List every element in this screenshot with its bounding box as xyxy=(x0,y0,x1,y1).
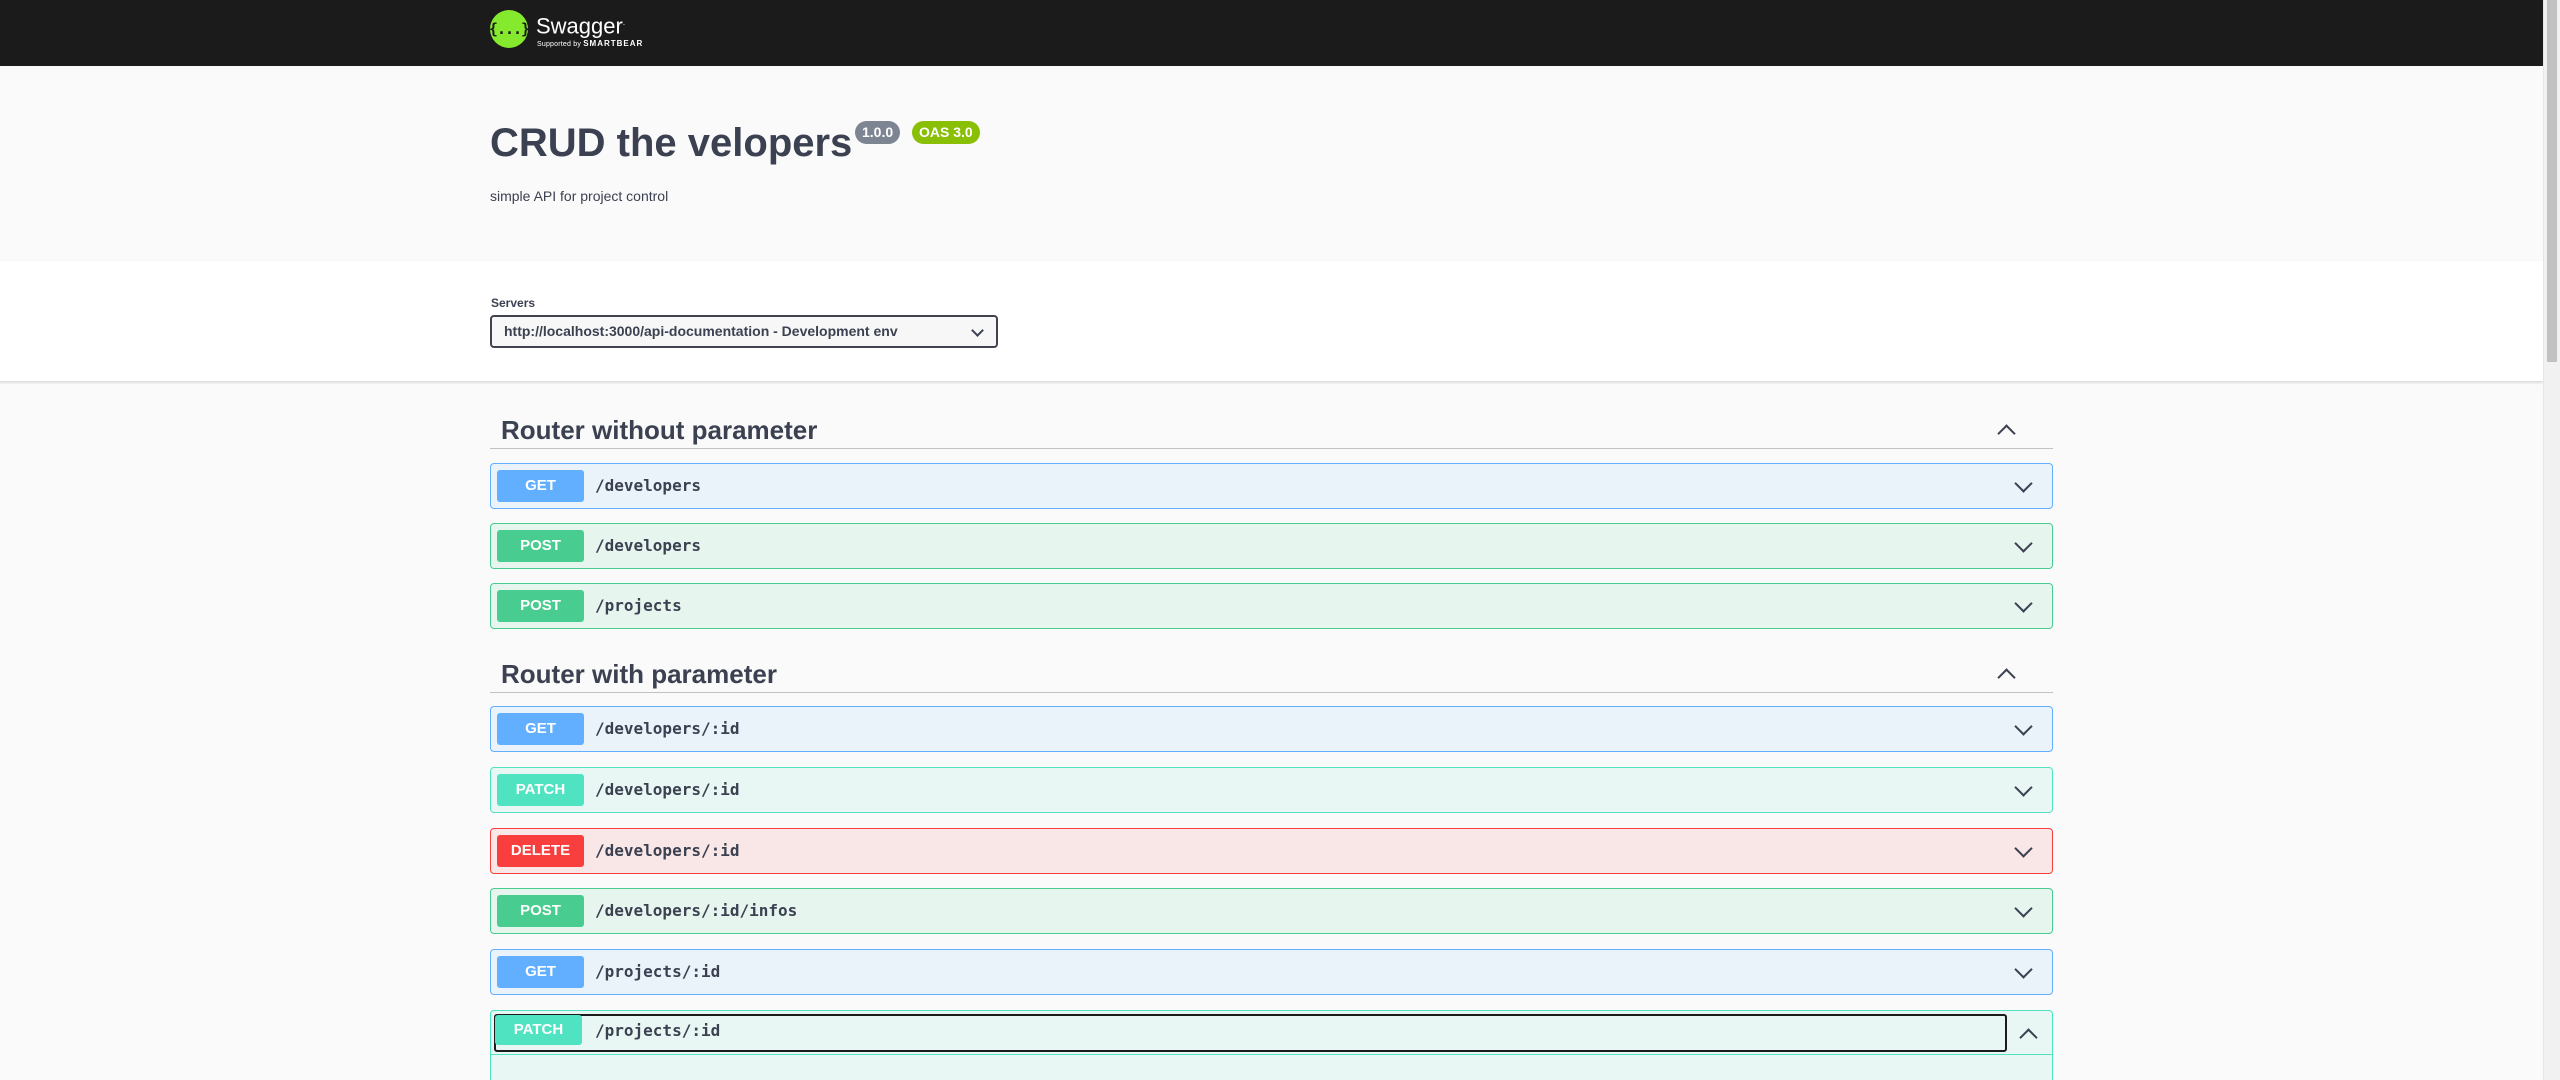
chevron-down-icon[interactable] xyxy=(2014,899,2033,918)
swagger-logo-icon: {...} xyxy=(489,10,530,48)
chevron-up-icon[interactable] xyxy=(2019,1028,2038,1047)
method-badge: PATCH xyxy=(495,1015,582,1045)
operation-path: /developers/:id xyxy=(595,719,740,738)
version-badge: 1.0.0 xyxy=(855,121,901,144)
operation-path: /developers/:id/infos xyxy=(595,901,798,920)
tag-header-router-with-parameter[interactable]: Router with parameter xyxy=(490,651,2053,693)
logo-sub-brand: SMARTBEAR xyxy=(583,39,644,49)
topbar: {...} Swagger. Supported by SMARTBEAR xyxy=(0,0,2543,66)
method-badge: GET xyxy=(497,713,584,745)
servers-section: Servers http://localhost:3000/api-docume… xyxy=(0,261,2543,382)
method-badge: GET xyxy=(497,470,584,502)
method-badge: POST xyxy=(497,530,584,562)
chevron-up-icon[interactable] xyxy=(1997,424,2016,443)
tag-title: Router with parameter xyxy=(501,659,777,689)
logo-name-text: Swagger xyxy=(536,13,623,39)
operation-path: /projects/:id xyxy=(595,962,721,981)
method-badge: POST xyxy=(497,895,584,927)
method-badge: PATCH xyxy=(497,774,584,806)
chevron-down-icon[interactable] xyxy=(2014,474,2033,493)
operation-post-developer-infos[interactable]: POST /developers/:id/infos xyxy=(490,888,2053,934)
operation-path: /developers xyxy=(595,536,701,555)
chevron-down-icon[interactable] xyxy=(2014,717,2033,736)
operation-post-developers[interactable]: POST /developers xyxy=(490,523,2053,569)
servers-selected-value: http://localhost:3000/api-documentation … xyxy=(504,323,898,339)
logo-name: Swagger. xyxy=(536,10,643,39)
scrollbar-thumb[interactable] xyxy=(2547,0,2557,362)
operation-get-project-by-id[interactable]: GET /projects/:id xyxy=(490,949,2053,995)
operation-delete-developer-by-id[interactable]: DELETE /developers/:id xyxy=(490,828,2053,874)
chevron-down-icon[interactable] xyxy=(2014,778,2033,797)
operation-divider xyxy=(491,1054,2052,1055)
servers-select[interactable]: http://localhost:3000/api-documentation … xyxy=(490,315,998,348)
operation-post-projects[interactable]: POST /projects xyxy=(490,583,2053,629)
method-badge: DELETE xyxy=(497,835,584,867)
chevron-down-icon[interactable] xyxy=(2014,534,2033,553)
servers-label: Servers xyxy=(491,296,536,310)
swagger-logo[interactable]: {...} Swagger. Supported by SMARTBEAR xyxy=(489,10,643,49)
api-description: simple API for project control xyxy=(490,188,669,204)
operation-get-developers[interactable]: GET /developers xyxy=(490,463,2053,509)
logo-text: Swagger. Supported by SMARTBEAR xyxy=(536,10,643,49)
method-badge: POST xyxy=(497,590,584,622)
oas-badge: OAS 3.0 xyxy=(912,121,980,144)
operation-get-developer-by-id[interactable]: GET /developers/:id xyxy=(490,706,2053,752)
operation-path: /developers/:id xyxy=(595,780,740,799)
operation-patch-developer-by-id[interactable]: PATCH /developers/:id xyxy=(490,767,2053,813)
logo-tm: . xyxy=(622,18,626,27)
operation-path: /projects xyxy=(595,596,682,615)
operation-patch-project-by-id[interactable]: PATCH /projects/:id xyxy=(490,1010,2053,1080)
chevron-down-icon[interactable] xyxy=(2014,960,2033,979)
method-badge: GET xyxy=(497,956,584,988)
chevron-down-icon[interactable] xyxy=(2014,839,2033,858)
operation-path: /developers xyxy=(595,476,701,495)
page-title: CRUD the velopers xyxy=(490,121,853,165)
page-scrollbar[interactable] xyxy=(2543,0,2560,1080)
chevron-down-icon xyxy=(971,324,984,337)
tag-header-router-without-parameter[interactable]: Router without parameter xyxy=(490,407,2053,449)
tag-title: Router without parameter xyxy=(501,415,818,445)
info-section: CRUD the velopers 1.0.0 OAS 3.0 simple A… xyxy=(0,66,2543,261)
chevron-up-icon[interactable] xyxy=(1997,668,2016,687)
logo-subtitle: Supported by SMARTBEAR xyxy=(537,39,643,49)
operation-path: /projects/:id xyxy=(595,1021,721,1040)
operation-summary-focused[interactable] xyxy=(494,1014,2007,1052)
chevron-down-icon[interactable] xyxy=(2014,594,2033,613)
logo-sub-prefix: Supported by xyxy=(537,41,584,49)
operation-path: /developers/:id xyxy=(595,841,740,860)
